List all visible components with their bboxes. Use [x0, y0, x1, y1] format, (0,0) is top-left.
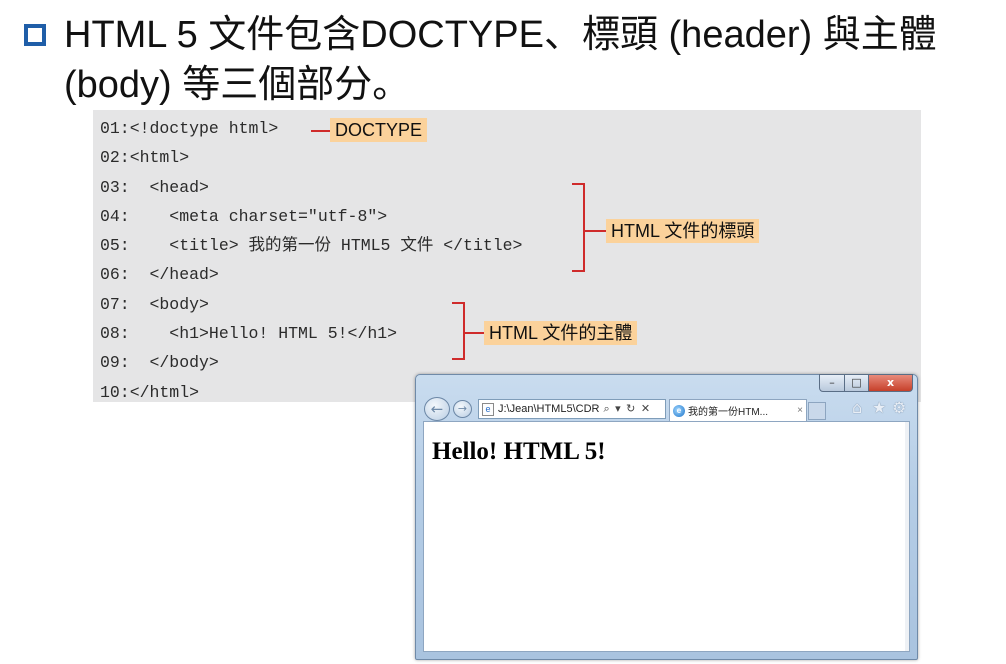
address-text[interactable]: J:\Jean\HTML5\CDR — [498, 403, 599, 415]
window-controls: – □ x — [819, 374, 913, 392]
doctype-annotation-label: DOCTYPE — [330, 118, 428, 142]
back-arrow-icon: ← — [430, 400, 444, 418]
favorites-star-icon[interactable]: ★ — [872, 398, 886, 418]
forward-arrow-icon: → — [457, 402, 468, 415]
body-bracket-vertical — [463, 302, 465, 360]
page-icon: e — [482, 402, 494, 416]
code-lines: 01:<!doctype html> 02:<html> 03: <head> … — [100, 114, 522, 407]
address-bar[interactable]: e J:\Jean\HTML5\CDR ⌕ ▾ ↻ ✕ — [478, 399, 666, 419]
close-window-button[interactable]: x — [869, 374, 913, 392]
code-line-01: 01:<!doctype html> — [100, 119, 279, 138]
address-tools[interactable]: ⌕ ▾ ↻ ✕ — [603, 402, 651, 416]
head-annotation-label: HTML 文件的標頭 — [606, 219, 760, 243]
head-connector-line — [584, 230, 606, 232]
code-line-03: 03: <head> — [100, 177, 209, 197]
body-connector-line — [464, 332, 484, 334]
body-bracket-bottom — [452, 358, 464, 360]
tab-title: 我的第一份HTM... — [688, 407, 768, 418]
browser-toolbar: ← → e J:\Jean\HTML5\CDR ⌕ ▾ ↻ ✕ e 我的第一份H… — [422, 397, 912, 421]
new-tab-button[interactable] — [808, 402, 826, 420]
minimize-button[interactable]: – — [819, 374, 845, 392]
code-line-05: 05: <title> 我的第一份 HTML5 文件 </title> — [100, 236, 523, 256]
home-icon[interactable]: ⌂ — [852, 398, 862, 418]
code-listing: 01:<!doctype html> 02:<html> 03: <head> … — [93, 110, 921, 402]
slide-title: HTML 5 文件包含DOCTYPE、標頭 (header) 與主體 (body… — [64, 14, 937, 106]
tab-active-page[interactable]: e 我的第一份HTM... × — [669, 399, 807, 421]
maximize-button[interactable]: □ — [845, 374, 869, 392]
code-line-04: 04: <meta charset="utf-8"> — [100, 206, 388, 226]
forward-button[interactable]: → — [453, 400, 472, 418]
viewport-scrollbar[interactable] — [905, 422, 909, 651]
back-button[interactable]: ← — [424, 397, 450, 421]
code-line-07: 07: <body> — [100, 294, 209, 314]
browser-window: – □ x ← → e J:\Jean\HTML5\CDR ⌕ ▾ ↻ ✕ e … — [415, 374, 918, 660]
head-bracket-bottom — [572, 270, 584, 272]
doctype-connector-line — [311, 130, 330, 132]
square-bullet-icon — [24, 24, 46, 46]
code-line-08: 08: <h1>Hello! HTML 5!</h1> — [100, 324, 398, 344]
gear-icon[interactable]: ⚙ — [892, 398, 906, 418]
ie-favicon-icon: e — [673, 404, 685, 417]
page-heading: Hello! HTML 5! — [432, 438, 606, 465]
tab-close-icon[interactable]: × — [797, 405, 803, 416]
code-line-02: 02:<html> — [100, 148, 190, 168]
page-viewport: Hello! HTML 5! — [423, 421, 910, 652]
code-line-06: 06: </head> — [100, 265, 219, 285]
head-bracket-vertical — [583, 183, 585, 272]
body-annotation-label: HTML 文件的主體 — [484, 321, 638, 345]
slide-title-block: HTML 5 文件包含DOCTYPE、標頭 (header) 與主體 (body… — [18, 10, 993, 110]
